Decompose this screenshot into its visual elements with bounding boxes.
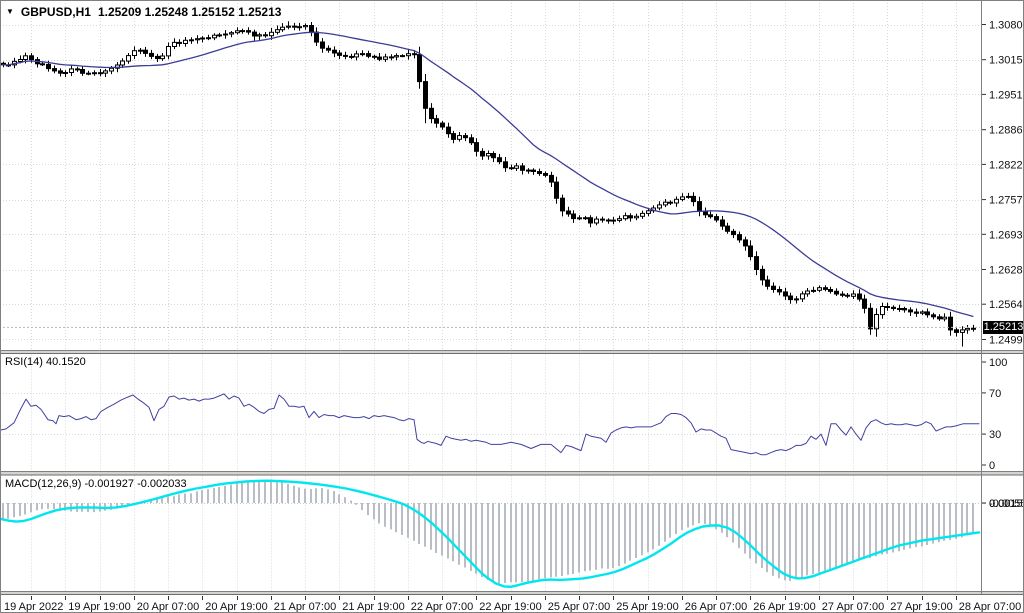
chart-title-bar: ▼ GBPUSD,H1 1.25209 1.25248 1.25152 1.25…	[6, 5, 281, 19]
rsi-indicator-label: RSI(14) 40.1520	[5, 356, 86, 368]
panel-separator[interactable]	[1, 471, 981, 475]
macd-indicator-label: MACD(12,26,9) -0.001927 -0.002033	[5, 478, 187, 490]
current-price-tag: 1.25213	[983, 321, 1024, 334]
main-chart-panel[interactable]	[1, 1, 981, 350]
macd-panel[interactable]	[1, 475, 981, 591]
chart-window: 1.308001.301501.295101.288601.282201.275…	[0, 0, 1024, 613]
time-scale[interactable]	[1, 595, 1024, 613]
ohlc-quotes: 1.25209 1.25248 1.25152 1.25213	[98, 5, 282, 19]
rsi-panel[interactable]	[1, 354, 981, 471]
symbol-title: GBPUSD,H1	[21, 5, 91, 19]
symbol-dropdown-icon[interactable]: ▼	[6, 7, 14, 17]
price-scale[interactable]	[982, 1, 1024, 591]
panel-separator[interactable]	[1, 350, 981, 354]
